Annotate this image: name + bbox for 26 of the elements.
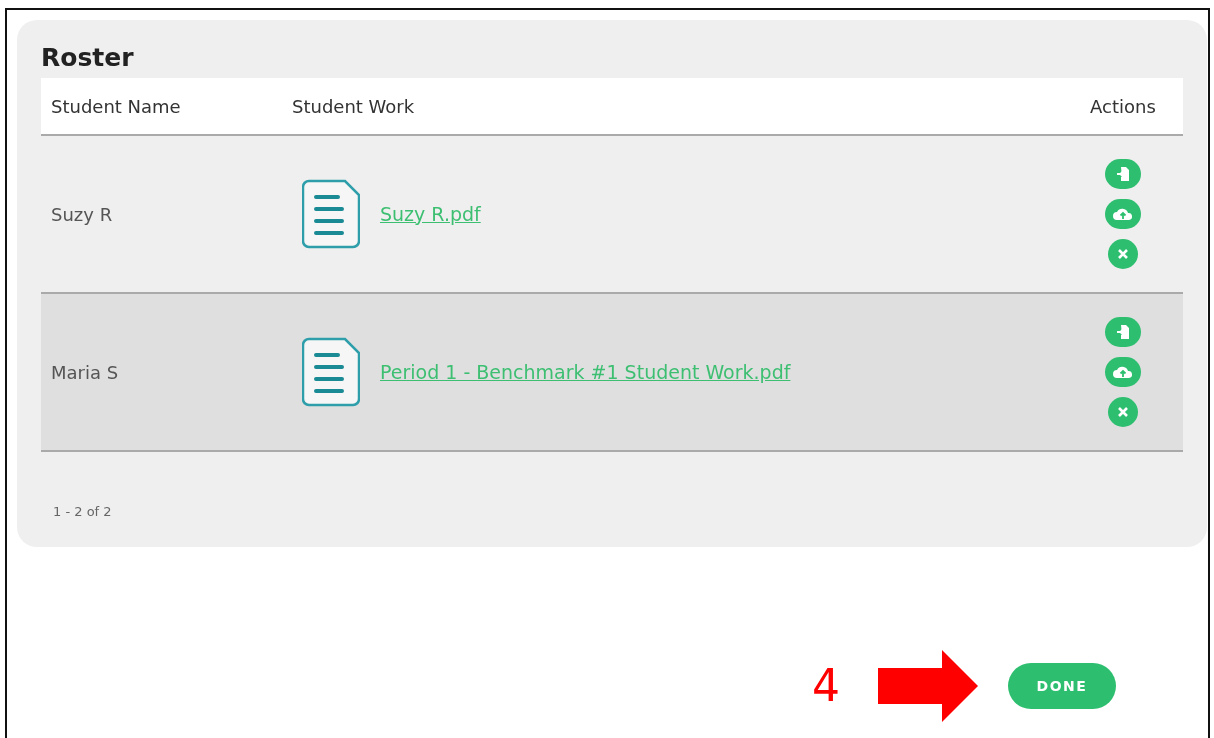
done-button[interactable]: DONE — [1008, 663, 1116, 709]
remove-button[interactable] — [1108, 397, 1138, 427]
step-number: 4 — [812, 664, 840, 708]
arrow-icon — [878, 650, 978, 722]
document-icon — [302, 337, 360, 407]
file-import-icon — [1115, 166, 1131, 182]
cloud-upload-icon — [1112, 206, 1134, 222]
pagination-text: 1 - 2 of 2 — [53, 503, 113, 521]
close-icon — [1117, 406, 1129, 418]
card-title: Roster — [41, 42, 135, 74]
column-header: Actions — [1090, 94, 1156, 119]
column-header: Student Work — [292, 95, 415, 117]
import-button[interactable] — [1105, 159, 1141, 189]
document-icon — [302, 179, 360, 249]
close-icon — [1117, 248, 1129, 260]
student-name: Maria S — [51, 361, 119, 383]
student-name: Suzy R — [51, 203, 113, 225]
upload-button[interactable] — [1105, 357, 1141, 387]
remove-button[interactable] — [1108, 239, 1138, 269]
file-link[interactable]: Suzy R.pdf — [380, 199, 481, 229]
upload-button[interactable] — [1105, 199, 1141, 229]
import-button[interactable] — [1105, 317, 1141, 347]
cloud-upload-icon — [1112, 364, 1134, 380]
file-link[interactable]: Period 1 - Benchmark #1 Student Work.pdf — [380, 357, 791, 387]
file-import-icon — [1115, 324, 1131, 340]
column-header: Student Name — [51, 95, 181, 117]
